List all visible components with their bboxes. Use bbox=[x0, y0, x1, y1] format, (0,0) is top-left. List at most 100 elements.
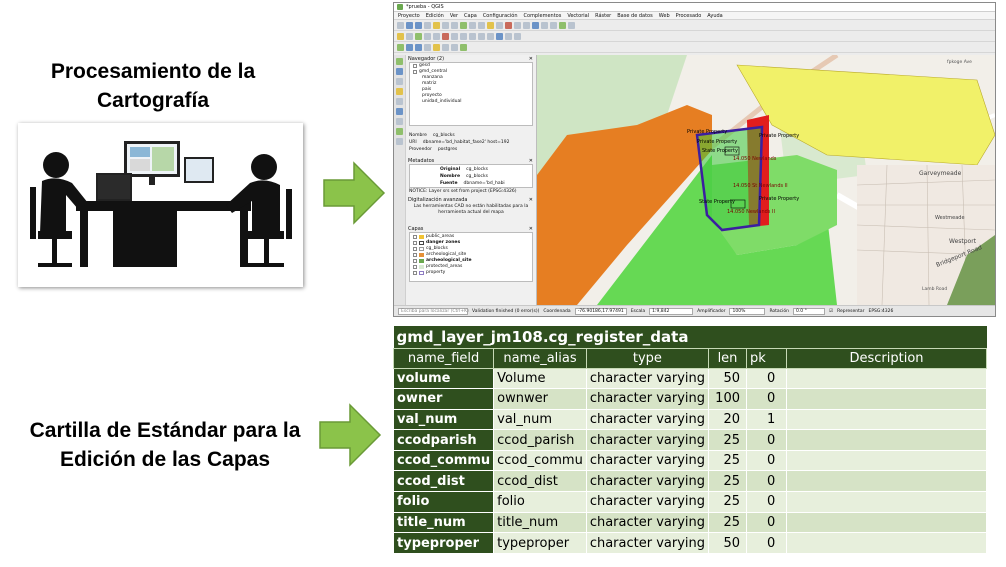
menu-ayuda[interactable]: Ayuda bbox=[707, 13, 722, 19]
close-icon[interactable]: ✕ bbox=[529, 158, 533, 164]
add-db-icon[interactable] bbox=[396, 68, 403, 75]
scale-field[interactable]: 1:9,842 bbox=[649, 308, 694, 315]
menu-raster[interactable]: Ráster bbox=[595, 13, 611, 19]
tree-item[interactable]: unidad_individual bbox=[410, 99, 532, 105]
deselect-icon[interactable] bbox=[505, 21, 512, 29]
annotation-icon[interactable] bbox=[550, 21, 557, 29]
node-tool-icon[interactable] bbox=[433, 32, 440, 40]
add-postgis-icon[interactable] bbox=[415, 43, 422, 51]
save-edits-icon[interactable] bbox=[406, 32, 413, 40]
zoom-layer-icon[interactable] bbox=[469, 21, 476, 29]
add-delimited-icon[interactable] bbox=[396, 138, 403, 145]
map-label: Private Property bbox=[759, 196, 799, 202]
undo-icon[interactable] bbox=[478, 32, 485, 40]
menu-complementos[interactable]: Complementos bbox=[524, 13, 562, 19]
column-header: name_field bbox=[392, 347, 495, 369]
cell-pk: 0 bbox=[746, 491, 787, 513]
measure-icon[interactable] bbox=[523, 21, 530, 29]
add-raster-icon[interactable] bbox=[406, 43, 413, 51]
layers-title: Capas bbox=[408, 225, 424, 232]
map-label: Lamb Road bbox=[922, 286, 947, 292]
add-csv-icon[interactable] bbox=[442, 43, 449, 51]
cell-name-field: ccodparish bbox=[392, 429, 495, 451]
office-illustration bbox=[18, 123, 303, 287]
close-icon[interactable]: ✕ bbox=[529, 226, 533, 232]
add-wms-icon[interactable] bbox=[424, 43, 431, 51]
menu-edicion[interactable]: Edición bbox=[426, 13, 444, 19]
rotation-label: Rotación bbox=[769, 309, 790, 314]
crs-indicator[interactable]: EPSG:4326 bbox=[868, 309, 893, 314]
close-icon[interactable]: ✕ bbox=[529, 197, 533, 203]
cut-icon[interactable] bbox=[451, 32, 458, 40]
table-row: folio folio character varying 25 0 bbox=[392, 491, 987, 513]
identify-icon[interactable] bbox=[487, 21, 494, 29]
locator-input[interactable]: Escriba para localizar (Ctrl+K) bbox=[398, 308, 469, 315]
map-canvas[interactable]: Private Property Private Property Privat… bbox=[537, 55, 995, 305]
coordinate-label: Coordenada bbox=[543, 309, 571, 314]
metadata-box: Original cg_blocks Nombre cg_blocks Fuente… bbox=[409, 164, 533, 188]
add-feature-icon[interactable] bbox=[415, 32, 422, 40]
redo-icon[interactable] bbox=[487, 32, 494, 40]
menu-ver[interactable]: Ver bbox=[450, 13, 458, 19]
attribute-table-icon[interactable] bbox=[514, 21, 521, 29]
save-project-icon[interactable] bbox=[415, 21, 422, 29]
add-spatialite-icon[interactable] bbox=[396, 98, 403, 105]
delete-feature-icon[interactable] bbox=[442, 32, 449, 40]
cell-description bbox=[786, 408, 987, 431]
copy-icon[interactable] bbox=[460, 32, 467, 40]
column-header: pk bbox=[746, 347, 787, 369]
print-icon[interactable] bbox=[424, 21, 431, 29]
cell-name-alias: val_num bbox=[493, 408, 587, 431]
cell-len: 100 bbox=[708, 388, 747, 410]
rotation-field[interactable]: 0.0 ° bbox=[793, 308, 826, 315]
label-icon[interactable] bbox=[496, 32, 503, 40]
add-oracle-icon[interactable] bbox=[396, 118, 403, 125]
layer-item[interactable]: property bbox=[410, 270, 532, 276]
refresh-icon[interactable] bbox=[478, 21, 485, 29]
snap-icon[interactable] bbox=[505, 32, 512, 40]
info-value: dbname='bd_habitat_fase2' host=192 bbox=[422, 140, 510, 145]
cell-type: character varying bbox=[585, 532, 710, 554]
python-icon[interactable] bbox=[568, 21, 575, 29]
arrow-right-icon bbox=[323, 161, 386, 225]
filter-icon[interactable] bbox=[451, 43, 458, 51]
menu-web[interactable]: Web bbox=[659, 13, 670, 19]
map-tips-icon[interactable] bbox=[532, 21, 539, 29]
bookmark-icon[interactable] bbox=[541, 21, 548, 29]
coordinate-field[interactable]: -76.90186,17.97491 bbox=[574, 308, 627, 315]
move-feature-icon[interactable] bbox=[424, 32, 431, 40]
add-wfs-icon[interactable] bbox=[396, 78, 403, 85]
select-icon[interactable] bbox=[496, 21, 503, 29]
table-row: ccod_commu ccod_commu character varying … bbox=[392, 449, 987, 472]
add-vector-icon[interactable] bbox=[397, 43, 404, 51]
zoom-in-icon[interactable] bbox=[442, 21, 449, 29]
qgis-body: Navegador (2) ✕ gesd gmd_central manzana… bbox=[394, 55, 995, 305]
open-project-icon[interactable] bbox=[406, 21, 413, 29]
grass-icon[interactable] bbox=[460, 43, 467, 51]
menu-vectorial[interactable]: Vectorial bbox=[567, 13, 589, 19]
menu-configuracion[interactable]: Configuración bbox=[483, 13, 518, 19]
render-checkbox[interactable]: ☑ bbox=[829, 309, 833, 314]
zoom-full-icon[interactable] bbox=[460, 21, 467, 29]
add-text-icon[interactable] bbox=[396, 88, 403, 95]
menu-procesado[interactable]: Procesado bbox=[676, 13, 702, 19]
menu-capa[interactable]: Capa bbox=[464, 13, 477, 19]
menu-proyecto[interactable]: Proyecto bbox=[398, 13, 420, 19]
side-panels: Navegador (2) ✕ gesd gmd_central manzana… bbox=[406, 55, 537, 305]
new-layer-icon[interactable] bbox=[433, 43, 440, 51]
magnifier-field[interactable]: 100% bbox=[729, 308, 766, 315]
add-mssql-icon[interactable] bbox=[396, 108, 403, 115]
map-label: 14.050 St Newlands II bbox=[733, 183, 788, 189]
add-wcs-icon[interactable] bbox=[396, 128, 403, 135]
cell-type: character varying bbox=[585, 511, 710, 534]
menu-base-de-datos[interactable]: Base de datos bbox=[617, 13, 652, 19]
close-icon[interactable]: ✕ bbox=[529, 56, 533, 62]
add-layer-icon[interactable] bbox=[396, 58, 403, 65]
toggle-edit-icon[interactable] bbox=[397, 32, 404, 40]
pan-icon[interactable] bbox=[433, 21, 440, 29]
new-project-icon[interactable] bbox=[397, 21, 404, 29]
plugin-icon[interactable] bbox=[559, 21, 566, 29]
zoom-out-icon[interactable] bbox=[451, 21, 458, 29]
paste-icon[interactable] bbox=[469, 32, 476, 40]
digitize-icon[interactable] bbox=[514, 32, 521, 40]
